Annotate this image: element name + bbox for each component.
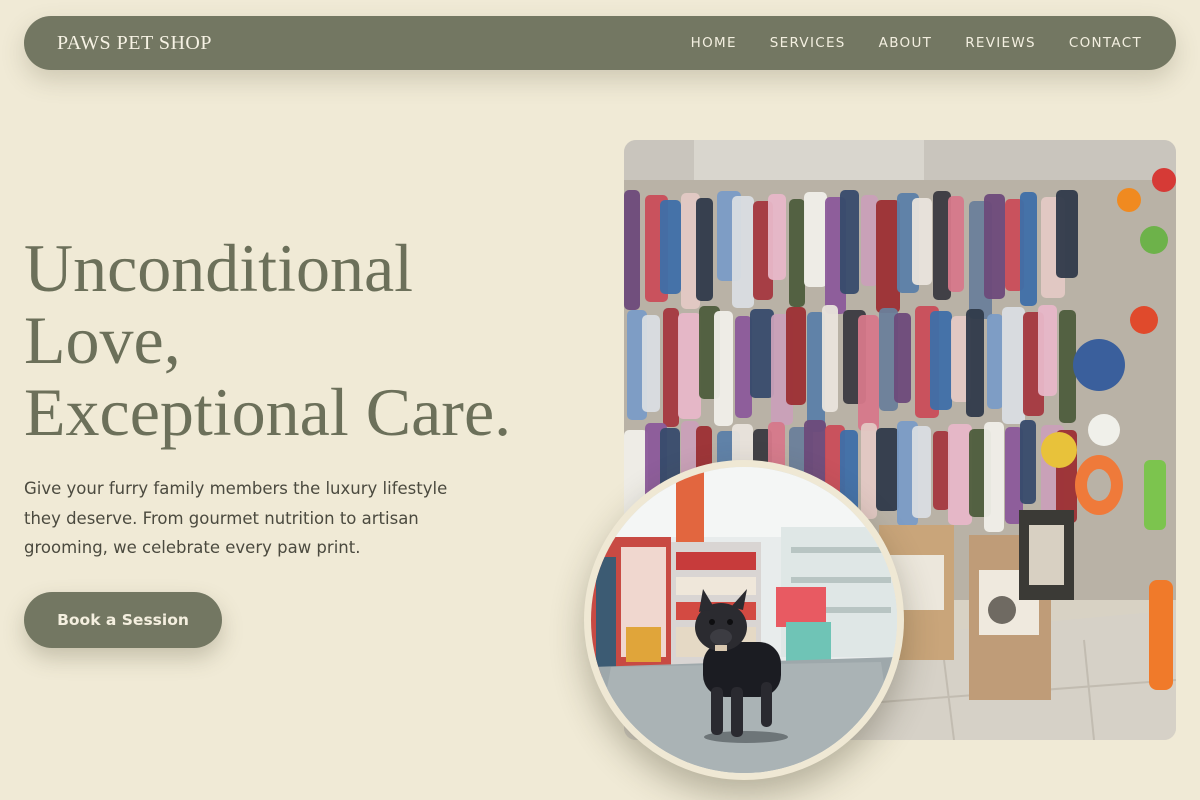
hanging-garment (624, 190, 640, 310)
hanging-garment (642, 315, 660, 412)
hanging-garment (804, 192, 827, 287)
hanging-garment (735, 316, 752, 418)
hanging-garment (822, 305, 838, 412)
hanging-garment (894, 313, 911, 403)
hanging-garment (987, 314, 1003, 409)
hanging-garment (876, 200, 900, 313)
hero-title-line-3: Exceptional Care. (24, 374, 512, 450)
brand-logo-link[interactable]: PAWS PET SHOP (57, 32, 212, 55)
nav-link-about[interactable]: ABOUT (879, 35, 933, 51)
bulldog-illustration (591, 467, 897, 773)
nav-link-services[interactable]: SERVICES (770, 35, 846, 51)
hanging-garment (786, 307, 806, 405)
hanging-garment (750, 309, 774, 398)
hanging-garment (858, 315, 879, 431)
page: PAWS PET SHOP HOME SERVICES ABOUT REVIEW… (0, 0, 1200, 800)
hanging-garment (933, 431, 950, 510)
nav-link-contact[interactable]: CONTACT (1069, 35, 1142, 51)
hanging-garment (1038, 305, 1057, 396)
hanging-garment (984, 194, 1005, 299)
hanging-garment (660, 200, 681, 294)
hanging-garment (966, 309, 984, 417)
french-bulldog-photo (584, 460, 904, 780)
hero-title-line-2: Love, (24, 302, 181, 378)
hanging-garment (912, 198, 932, 285)
hanging-garment (861, 195, 878, 286)
book-session-button[interactable]: Book a Session (24, 592, 222, 648)
hanging-garment (768, 194, 786, 280)
hanging-garment (861, 423, 877, 519)
hero-title-line-1: Unconditional (24, 230, 414, 306)
hero-title: Unconditional Love, Exceptional Care. (24, 232, 604, 448)
hanging-garment (1002, 307, 1025, 424)
hanging-garment (948, 424, 972, 525)
hanging-garment (984, 422, 1004, 532)
hanging-garment (789, 199, 805, 307)
hanging-garment (1020, 192, 1037, 306)
top-navbar: PAWS PET SHOP HOME SERVICES ABOUT REVIEW… (24, 16, 1176, 70)
hero-description: Give your furry family members the luxur… (24, 479, 448, 557)
hanging-garment (1056, 190, 1078, 278)
hanging-garment (714, 311, 733, 426)
hanging-garment (678, 313, 701, 419)
hanging-garment (912, 426, 931, 518)
hanging-garment (876, 428, 899, 511)
hanging-garment (840, 190, 859, 294)
hanging-garment (696, 198, 713, 301)
hanging-garment (663, 308, 679, 427)
hanging-garment (930, 311, 952, 410)
nav-links: HOME SERVICES ABOUT REVIEWS CONTACT (658, 35, 1142, 51)
nav-link-home[interactable]: HOME (691, 35, 737, 51)
nav-link-reviews[interactable]: REVIEWS (965, 35, 1036, 51)
hanging-garment (732, 196, 754, 308)
hanging-garment (948, 196, 964, 292)
hanging-garment (1020, 420, 1036, 504)
